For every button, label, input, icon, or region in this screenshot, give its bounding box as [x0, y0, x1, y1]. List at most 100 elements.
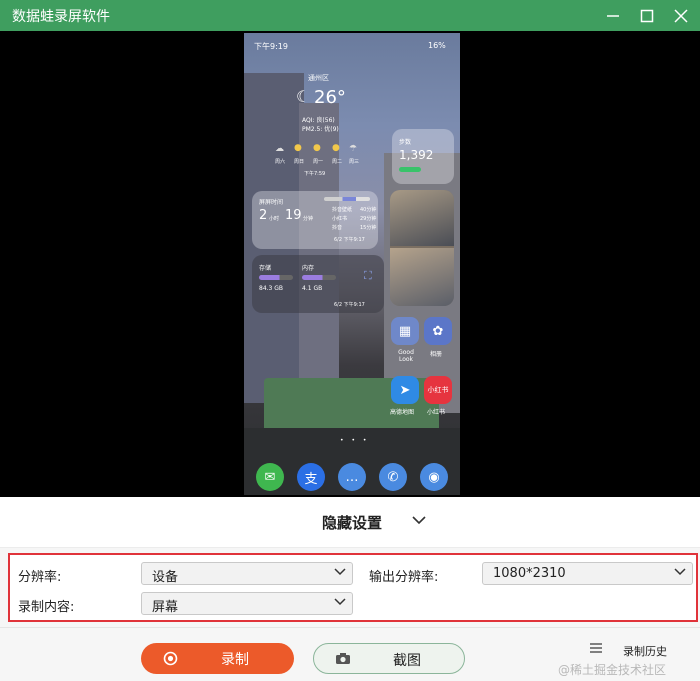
weather-pm: PM2.5: 优(9) [302, 126, 339, 133]
steps-value: 1,392 [399, 148, 434, 162]
app-usage-time: 15分钟 [360, 225, 377, 231]
history-label: 录制历史 [623, 645, 667, 658]
forecast-day: 周二 [332, 159, 343, 165]
forecast-day: 周日 [294, 159, 305, 165]
dock-alipay[interactable]: 支 [297, 463, 325, 491]
gallery-icon: ✿ [432, 323, 444, 339]
memory-label: 内存 [302, 265, 315, 272]
screen-time-widget[interactable]: 屏屏时间 2 小时 19 分钟 抖音壁纸 40分钟 小红书 29分钟 抖音 15… [252, 191, 378, 249]
screen-time-bar [324, 197, 370, 201]
app-good-look[interactable]: ▦ [391, 317, 419, 345]
photo-bottom [390, 248, 454, 306]
hide-settings-label: 隐藏设置 [322, 514, 383, 532]
sun-icon: ● [332, 143, 340, 153]
alipay-icon: 支 [304, 471, 318, 487]
resolution-value: 设备 [152, 570, 179, 585]
chevron-down-icon [674, 568, 686, 576]
window-title: 数据蛙录屏软件 [12, 9, 110, 25]
title-bar: 数据蛙录屏软件 [0, 0, 700, 31]
app-usage-name: 抖音 [332, 225, 343, 231]
app-xiaohongshu[interactable]: 小红书 [424, 376, 452, 404]
amap-icon: ➤ [399, 382, 411, 398]
close-icon [674, 8, 688, 23]
forecast-day: 周一 [313, 159, 324, 165]
app-label: 高德地图 [390, 409, 415, 416]
memory-value: 4.1 GB [302, 285, 323, 292]
xiaohongshu-icon: 小红书 [427, 386, 449, 394]
rain-icon: ☂ [349, 144, 358, 154]
dock-camera[interactable]: ◉ [420, 463, 448, 491]
weather-updated: 下午7:59 [304, 171, 326, 177]
chevron-down-icon [334, 598, 346, 606]
dock-messages[interactable]: … [338, 463, 366, 491]
action-bar: 录制 截图 录制历史 @稀土掘金技术社区 [0, 627, 700, 681]
output-resolution-label: 输出分辨率: [369, 570, 439, 585]
good-look-icon: ▦ [398, 323, 412, 339]
weather-aqi: AQI: 良(56) [302, 117, 335, 124]
resolution-select[interactable]: 设备 [141, 562, 353, 585]
camera-icon: ◉ [428, 469, 440, 485]
battery-level: 16% [428, 41, 446, 50]
screenshot-label: 截图 [393, 653, 421, 669]
cleanup-icon: ⛶ [364, 269, 372, 282]
screen-time-minutes: 19 [285, 208, 302, 223]
cloud-icon: ☁ [275, 144, 284, 154]
photo-widget[interactable] [390, 190, 454, 306]
memory-bar [302, 275, 336, 280]
screen-time-hours-unit: 小时 [269, 216, 280, 222]
forecast-day: 周三 [349, 159, 360, 165]
content-label: 录制内容: [18, 600, 75, 615]
resolution-label: 分辨率: [18, 570, 62, 585]
app-amap[interactable]: ➤ [391, 376, 419, 404]
output-resolution-select[interactable]: 1080*2310 [482, 562, 693, 585]
hide-settings-toggle[interactable]: 隐藏设置 [0, 497, 700, 548]
screen-time-minutes-unit: 分钟 [303, 216, 314, 222]
maximize-icon [640, 9, 654, 22]
content-value: 屏幕 [152, 600, 179, 615]
recording-settings: 分辨率: 设备 输出分辨率: 1080*2310 录制内容: 屏幕 [8, 553, 698, 622]
storage-updated: 6/2 下午9:17 [334, 302, 365, 308]
dock-phone[interactable]: ✆ [379, 463, 407, 491]
phone-screen: 下午9:19 16% 通州区 ☾ 26° AQI: 良(56) PM2.5: 优… [244, 33, 460, 495]
close-button[interactable] [664, 0, 698, 31]
camera-icon [336, 653, 350, 664]
chevron-down-icon [412, 516, 426, 525]
record-button[interactable]: 录制 [141, 643, 294, 674]
settings-panel: 隐藏设置 分辨率: 设备 输出分辨率: 1080*2310 录制内容: 屏幕 录… [0, 497, 700, 681]
steps-bar [399, 167, 421, 172]
screen-time-label: 屏屏时间 [259, 199, 284, 206]
status-time: 下午9:19 [254, 42, 288, 51]
weather-location: 通州区 [308, 74, 329, 82]
photo-top [390, 190, 454, 246]
app-usage-time: 40分钟 [360, 207, 377, 213]
sun-icon: ● [294, 143, 302, 153]
storage-value: 84.3 GB [259, 285, 284, 292]
screen-time-updated: 6/2 下午9:17 [334, 237, 365, 243]
messages-icon: … [345, 469, 359, 485]
screenshot-button[interactable]: 截图 [313, 643, 465, 674]
phone-icon: ✆ [387, 469, 399, 485]
storage-widget[interactable]: 存储 84.3 GB 内存 4.1 GB ⛶ 6/2 下午9:17 [252, 255, 384, 313]
page-indicator: • • • [340, 437, 370, 444]
watermark: @稀土掘金技术社区 [558, 663, 667, 677]
forecast-day: 周六 [275, 159, 286, 165]
sun-icon: ● [313, 143, 321, 153]
dock-wechat[interactable]: ✉ [256, 463, 284, 491]
app-label: 小红书 [427, 409, 446, 416]
app-usage-name: 小红书 [332, 216, 348, 222]
app-usage-name: 抖音壁纸 [332, 207, 353, 213]
app-label: Good Look [398, 349, 414, 363]
app-usage-time: 29分钟 [360, 216, 377, 222]
minimize-button[interactable] [596, 0, 630, 31]
weather-temp: 26° [314, 87, 346, 108]
wechat-icon: ✉ [264, 469, 276, 485]
maximize-button[interactable] [630, 0, 664, 31]
content-select[interactable]: 屏幕 [141, 592, 353, 615]
app-gallery[interactable]: ✿ [424, 317, 452, 345]
moon-icon: ☾ [296, 87, 311, 106]
steps-label: 步数 [399, 139, 412, 146]
minimize-icon [607, 14, 619, 17]
output-resolution-value: 1080*2310 [493, 566, 566, 581]
steps-widget[interactable]: 步数 1,392 [392, 129, 454, 184]
record-icon [163, 651, 178, 666]
